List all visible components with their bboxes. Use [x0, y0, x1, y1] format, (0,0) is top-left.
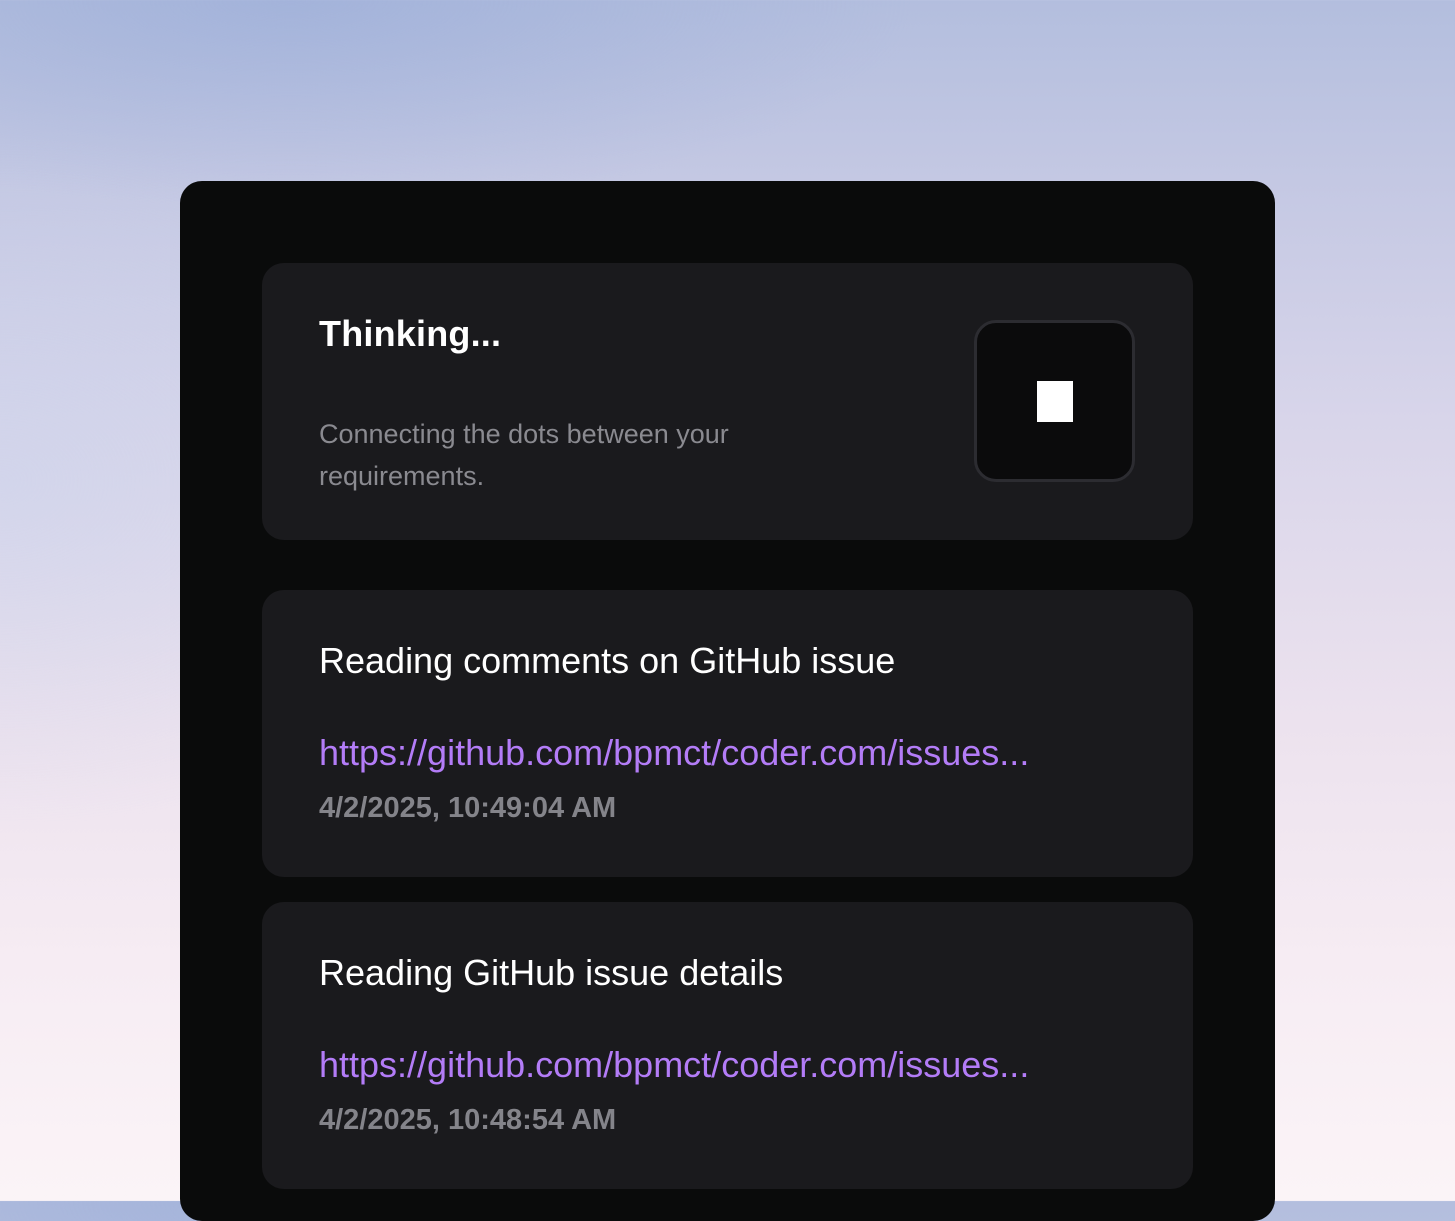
status-description: Connecting the dots between your require… [319, 419, 729, 491]
activity-timestamp: 4/2/2025, 10:48:54 AM [319, 1104, 617, 1136]
activity-title: Reading comments on GitHub issue [319, 640, 896, 681]
status-card: Thinking... Connecting the dots between … [262, 263, 1193, 540]
activity-title: Reading GitHub issue details [319, 952, 784, 993]
activity-item: Reading GitHub issue details https://git… [262, 902, 1193, 1189]
activity-link[interactable]: https://github.com/bpmct/coder.com/issue… [319, 1044, 1134, 1086]
stop-square-icon [1036, 380, 1073, 422]
stop-button[interactable] [974, 320, 1135, 482]
status-title: Thinking... [319, 313, 502, 354]
agent-activity-panel: Thinking... Connecting the dots between … [180, 181, 1275, 1221]
activity-timestamp: 4/2/2025, 10:49:04 AM [319, 792, 617, 824]
activity-link[interactable]: https://github.com/bpmct/coder.com/issue… [319, 732, 1134, 774]
activity-item: Reading comments on GitHub issue https:/… [262, 590, 1193, 877]
